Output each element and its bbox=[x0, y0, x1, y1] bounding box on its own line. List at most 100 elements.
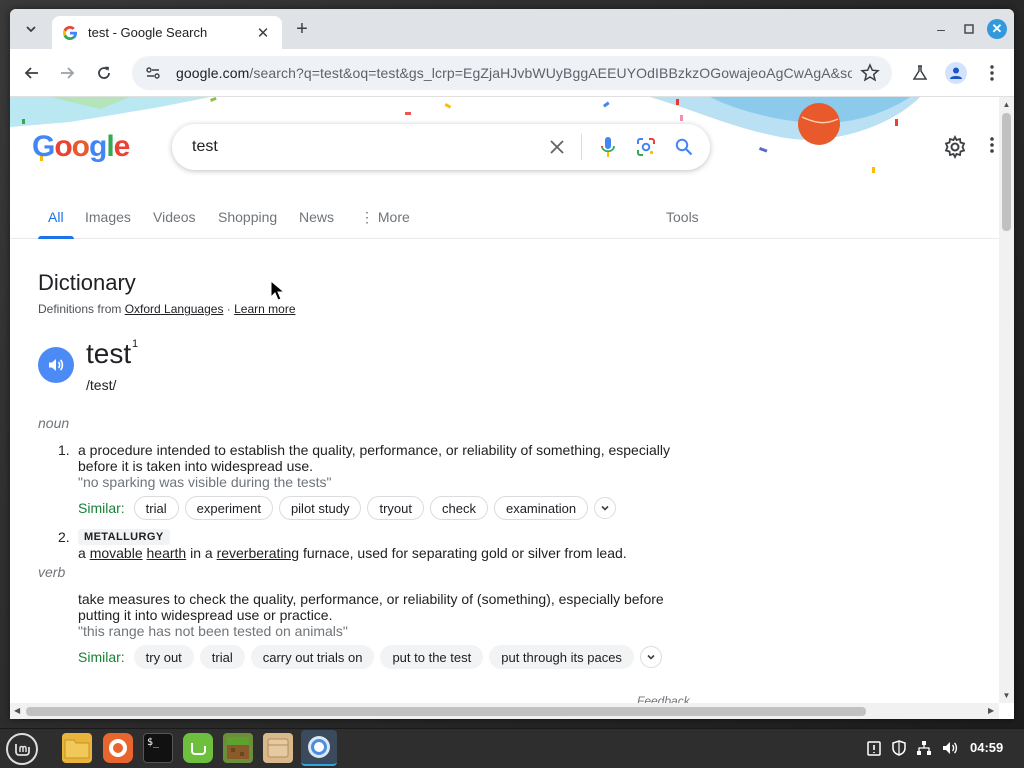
clock[interactable]: 04:59 bbox=[970, 740, 1003, 755]
terminal-icon: $_ bbox=[147, 737, 160, 748]
similar-chip[interactable]: try out bbox=[133, 645, 194, 669]
scroll-left-icon[interactable]: ◀ bbox=[14, 706, 20, 715]
def-text: a bbox=[78, 545, 90, 561]
arrow-right-icon bbox=[61, 67, 75, 79]
learn-more-link[interactable]: Learn more bbox=[234, 302, 295, 316]
verb-definition-1: take measures to check the quality, perf… bbox=[78, 591, 664, 623]
similar-chip[interactable]: pilot study bbox=[278, 496, 362, 520]
close-window-button[interactable]: ✕ bbox=[987, 19, 1007, 39]
scroll-up-icon[interactable]: ▲ bbox=[1002, 100, 1011, 109]
source-separator: · bbox=[223, 302, 235, 316]
apps-button[interactable] bbox=[990, 137, 999, 161]
pronunciation-button[interactable] bbox=[38, 347, 74, 383]
voice-search-button[interactable] bbox=[596, 135, 620, 159]
similar-chip[interactable]: examination bbox=[493, 496, 589, 520]
similar-chip[interactable]: put through its paces bbox=[489, 645, 634, 669]
network-tray-icon[interactable] bbox=[915, 739, 933, 757]
expand-similar-button[interactable] bbox=[639, 646, 662, 668]
source-prefix: Definitions from bbox=[38, 302, 125, 316]
headword-superscript: 1 bbox=[132, 338, 139, 350]
search-submit-button[interactable] bbox=[672, 135, 696, 159]
feedback-link[interactable]: Feedback bbox=[637, 694, 690, 703]
similar-chip[interactable]: trial bbox=[199, 645, 245, 669]
search-box[interactable]: test bbox=[172, 124, 710, 170]
word-link[interactable]: movable bbox=[90, 545, 143, 561]
avatar bbox=[945, 62, 967, 84]
back-button[interactable] bbox=[20, 61, 44, 85]
labs-button[interactable] bbox=[908, 61, 932, 85]
similar-chip[interactable]: experiment bbox=[184, 496, 273, 520]
search-input[interactable]: test bbox=[192, 138, 531, 156]
address-bar[interactable]: google.com/search?q=test&oq=test&gs_lcrp… bbox=[132, 56, 892, 90]
clipboard-tray-icon[interactable] bbox=[865, 739, 883, 757]
shield-tray-icon[interactable] bbox=[890, 739, 908, 757]
minecraft-app-button[interactable] bbox=[223, 733, 253, 763]
network-icon bbox=[917, 741, 931, 755]
tab-images[interactable]: Images bbox=[85, 209, 131, 225]
word-link[interactable]: reverberating bbox=[217, 545, 300, 561]
verb-label: verb bbox=[38, 564, 66, 580]
profile-button[interactable] bbox=[944, 61, 968, 85]
browser-window: test - Google Search ✕ + – ✕ google.com/… bbox=[10, 9, 1014, 719]
tab-shopping[interactable]: Shopping bbox=[218, 209, 277, 225]
url-text: google.com/search?q=test&oq=test&gs_lcrp… bbox=[176, 65, 852, 81]
archive-app-button[interactable] bbox=[263, 733, 293, 763]
subject-badge: METALLURGY bbox=[78, 529, 170, 545]
word-link[interactable]: hearth bbox=[147, 545, 187, 561]
verb-example-1: "this range has not been tested on anima… bbox=[78, 623, 348, 639]
tools-button[interactable]: Tools bbox=[666, 209, 699, 225]
similar-chip[interactable]: check bbox=[430, 496, 488, 520]
terminal-app-button[interactable]: $_ bbox=[143, 733, 173, 763]
new-tab-button[interactable]: + bbox=[292, 19, 312, 39]
tab-more[interactable]: ⋮ More bbox=[360, 209, 410, 226]
chevron-down-icon bbox=[601, 505, 609, 511]
mintinstall-app-button[interactable] bbox=[183, 733, 213, 763]
chrome-app-button[interactable] bbox=[301, 730, 337, 766]
expand-similar-button[interactable] bbox=[594, 497, 617, 519]
tab-news[interactable]: News bbox=[299, 209, 334, 225]
reload-icon bbox=[98, 66, 110, 79]
similar-chip[interactable]: put to the test bbox=[380, 645, 484, 669]
files-app-button[interactable] bbox=[62, 733, 92, 763]
kebab-menu-icon bbox=[990, 137, 994, 153]
site-settings-icon[interactable] bbox=[144, 64, 162, 82]
settings-button[interactable] bbox=[943, 134, 967, 160]
clipboard-icon bbox=[867, 741, 881, 756]
bookmark-star-icon[interactable] bbox=[860, 63, 880, 83]
horizontal-scrollbar[interactable]: ◀ ▶ bbox=[10, 703, 999, 719]
tab-search-button[interactable] bbox=[20, 18, 42, 40]
clear-search-button[interactable] bbox=[545, 135, 569, 159]
url-path: /search?q=test&oq=test&gs_lcrp=EgZjaHJvb… bbox=[249, 65, 852, 81]
tab-videos[interactable]: Videos bbox=[153, 209, 196, 225]
lens-search-button[interactable] bbox=[634, 135, 658, 159]
tab-all[interactable]: All bbox=[48, 209, 64, 225]
chevron-down-icon bbox=[647, 654, 655, 660]
similar-chip[interactable]: trial bbox=[133, 496, 179, 520]
search-divider bbox=[581, 134, 582, 160]
reload-button[interactable] bbox=[92, 61, 116, 85]
volume-tray-icon[interactable] bbox=[941, 739, 959, 757]
person-icon bbox=[950, 67, 962, 79]
minimize-button[interactable]: – bbox=[932, 20, 950, 38]
oxford-languages-link[interactable]: Oxford Languages bbox=[125, 302, 224, 316]
horizontal-scroll-thumb[interactable] bbox=[26, 707, 866, 716]
mouse-cursor-icon bbox=[270, 280, 286, 301]
vertical-scroll-thumb[interactable] bbox=[1002, 113, 1011, 231]
forward-button[interactable] bbox=[55, 61, 79, 85]
box-icon bbox=[267, 738, 289, 758]
google-logo[interactable]: Google bbox=[32, 127, 132, 167]
browser-menu-button[interactable] bbox=[980, 61, 1004, 85]
similar-chip[interactable]: tryout bbox=[367, 496, 424, 520]
firefox-app-button[interactable] bbox=[103, 733, 133, 763]
speaker-icon bbox=[49, 359, 64, 371]
similar-chip[interactable]: carry out trials on bbox=[250, 645, 375, 669]
browser-tab[interactable]: test - Google Search ✕ bbox=[52, 16, 282, 49]
tab-more-label: More bbox=[377, 209, 410, 225]
maximize-button[interactable] bbox=[960, 20, 978, 38]
tab-close-icon[interactable]: ✕ bbox=[254, 24, 272, 42]
start-menu-button[interactable] bbox=[6, 733, 38, 765]
flask-icon bbox=[912, 65, 928, 80]
vertical-scrollbar[interactable]: ▲ ▼ bbox=[999, 97, 1014, 703]
scroll-right-icon[interactable]: ▶ bbox=[988, 706, 994, 715]
scroll-down-icon[interactable]: ▼ bbox=[1002, 691, 1011, 700]
